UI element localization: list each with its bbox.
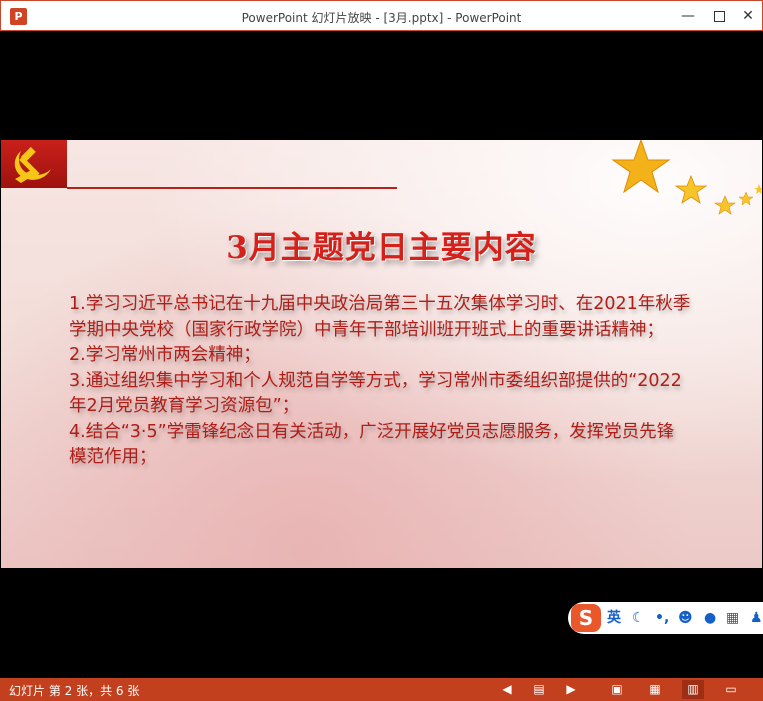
window-title: PowerPoint 幻灯片放映 - [3月.pptx] - PowerPoin…	[241, 11, 522, 25]
window-titlebar: P PowerPoint 幻灯片放映 - [3月.pptx] - PowerPo…	[0, 0, 763, 31]
star-decoration	[611, 140, 762, 215]
star-icon	[611, 140, 671, 194]
list-item: 3.通过组织集中学习和个人规范自学等方式，学习常州市委组织部提供的“2022年2…	[69, 370, 682, 417]
previous-slide-button[interactable]: ◀	[496, 680, 518, 699]
previous-icon: ◀	[502, 682, 512, 696]
emoji-icon[interactable]: ☻	[678, 610, 693, 626]
slide-counter: 幻灯片 第 2 张，共 6 张	[9, 684, 140, 698]
keyboard-icon[interactable]: ▦	[726, 610, 739, 626]
projector-icon: ▭	[725, 682, 737, 696]
star-icon	[674, 174, 708, 204]
party-emblem	[1, 140, 67, 188]
maximize-button[interactable]	[705, 5, 733, 27]
book-icon: ▥	[687, 682, 699, 696]
star-icon	[754, 184, 762, 194]
ime-punctuation-toggle[interactable]: •,	[655, 610, 669, 626]
ime-toolbar: S 英 ☾ •, ☻ ● ▦ ♟	[568, 602, 763, 634]
maximize-icon	[713, 10, 725, 22]
close-icon: ✕	[742, 8, 754, 24]
reading-view-button[interactable]: ▥	[682, 680, 704, 699]
microphone-icon[interactable]: ●	[704, 610, 716, 626]
list-item: 2.学习常州市两会精神；	[69, 345, 261, 365]
star-icon	[738, 191, 754, 206]
list-item: 4.结合“3·5”学雷锋纪念日有关活动，广泛开展好党员志愿服务，发挥党员先锋模范…	[69, 421, 675, 468]
list-item: 1.学习习近平总书记在十九届中央政治局第三十五次集体学习时、在2021年秋季学期…	[69, 294, 691, 340]
ime-language-toggle[interactable]: 英	[607, 610, 621, 626]
slide-title: 3月主题党日主要内容	[226, 230, 537, 266]
close-button[interactable]: ✕	[734, 5, 762, 27]
slideshow-button[interactable]: ▭	[720, 680, 742, 699]
grid-icon: ▦	[649, 682, 661, 696]
minimize-icon: —	[681, 8, 695, 24]
slide-menu-button[interactable]: ▤	[528, 680, 550, 699]
sogou-logo-icon[interactable]: S	[571, 604, 601, 632]
slide-sorter-button[interactable]: ▦	[644, 680, 666, 699]
moon-icon[interactable]: ☾	[632, 610, 645, 626]
menu-icon: ▤	[533, 682, 545, 696]
next-icon: ▶	[566, 682, 576, 696]
slide-canvas[interactable]: 3月主题党日主要内容 1.学习习近平总书记在十九届中央政治局第三十五次集体学习时…	[1, 140, 762, 568]
star-icon	[714, 195, 736, 215]
slide-body: 1.学习习近平总书记在十九届中央政治局第三十五次集体学习时、在2021年秋季学期…	[69, 292, 691, 471]
status-bar: 幻灯片 第 2 张，共 6 张 ◀ ▤ ▶ ▣ ▦ ▥ ▭	[0, 678, 763, 701]
hammer-sickle-icon	[14, 146, 51, 183]
normal-view-icon: ▣	[611, 682, 623, 696]
user-icon[interactable]: ♟	[750, 610, 763, 626]
normal-view-button[interactable]: ▣	[606, 680, 628, 699]
next-slide-button[interactable]: ▶	[560, 680, 582, 699]
minimize-button[interactable]: —	[674, 5, 702, 27]
header-divider	[67, 187, 397, 189]
